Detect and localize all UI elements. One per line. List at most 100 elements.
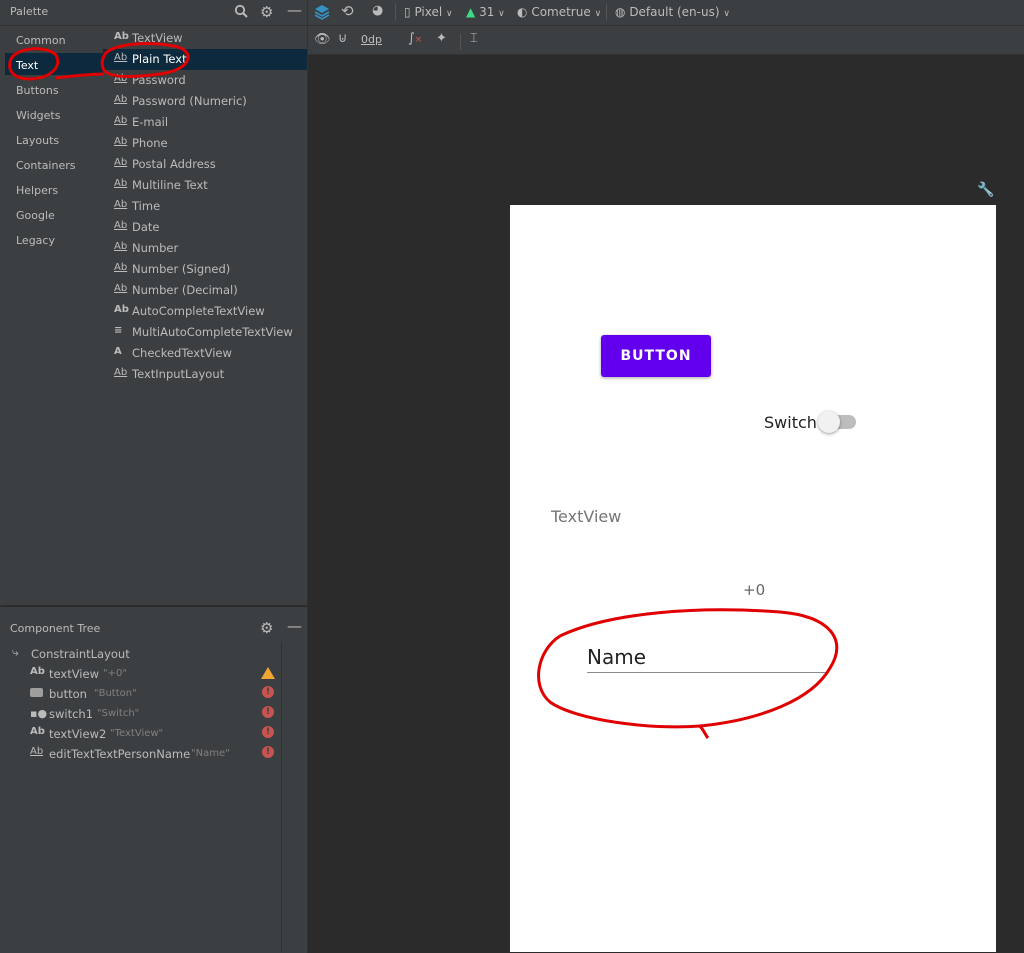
category-common[interactable]: Common	[16, 34, 66, 47]
category-buttons[interactable]: Buttons	[16, 84, 59, 97]
magic-wand-icon[interactable]: ✦	[436, 31, 447, 46]
textview-icon: Ab	[30, 726, 45, 737]
tree-item-value: "Name"	[191, 748, 230, 759]
widget-label: Number (Decimal)	[132, 283, 238, 297]
widget-checked-textview[interactable]: A CheckedTextView	[103, 343, 307, 364]
widget-label: Password	[132, 73, 186, 87]
error-icon[interactable]: !	[262, 726, 274, 738]
guidelines-icon[interactable]: ⌶	[470, 31, 478, 46]
gear-icon[interactable]: ⚙	[260, 3, 273, 21]
widget-number-decimal[interactable]: Ab Number (Decimal)	[103, 280, 307, 301]
tree-root-row[interactable]: ⤷ ConstraintLayout	[10, 645, 285, 665]
widget-phone[interactable]: Ab Phone	[103, 133, 307, 154]
palette-title: Palette	[10, 5, 49, 18]
category-legacy[interactable]: Legacy	[16, 234, 55, 247]
theme-icon: ◐	[517, 5, 528, 19]
palette-category-list: Common Text Buttons Widgets Layouts Cont…	[0, 26, 103, 606]
widget-email[interactable]: Ab E-mail	[103, 112, 307, 133]
chevron-down-icon: ∨	[446, 9, 453, 19]
phone-icon: ▯	[404, 5, 411, 19]
preview-edittext[interactable]: Name	[587, 645, 646, 669]
widget-date[interactable]: Ab Date	[103, 217, 307, 238]
device-label: Pixel	[414, 5, 443, 19]
category-widgets[interactable]: Widgets	[16, 109, 60, 122]
widget-password[interactable]: Ab Password	[103, 70, 307, 91]
widget-multi-autocomplete[interactable]: ≡ MultiAutoCompleteTextView	[103, 322, 307, 343]
theme-selector[interactable]: ◐ Cometrue ∨	[517, 5, 601, 19]
chevron-down-icon: ∨	[498, 9, 505, 19]
device-selector[interactable]: ▯ Pixel ∨	[404, 5, 453, 19]
gear-icon[interactable]: ⚙	[260, 619, 273, 637]
checked-text-widget-icon: A	[114, 346, 122, 357]
edittext-widget-icon: Ab	[114, 73, 128, 84]
error-icon[interactable]: !	[262, 706, 274, 718]
locale-selector[interactable]: ◍ Default (en-us) ∨	[615, 5, 730, 19]
tree-item-value: "TextView"	[110, 728, 164, 739]
error-icon[interactable]: !	[262, 746, 274, 758]
widget-label: Time	[132, 199, 161, 213]
category-google[interactable]: Google	[16, 209, 55, 222]
tree-item-value: "Switch"	[97, 708, 140, 719]
default-margin-selector[interactable]: 0dp	[361, 33, 382, 46]
widget-number[interactable]: Ab Number	[103, 238, 307, 259]
preview-textview2[interactable]: TextView	[551, 507, 621, 526]
tree-item-name: textView2	[49, 727, 107, 741]
widget-text-input-layout[interactable]: Ab TextInputLayout	[103, 364, 307, 385]
tree-row-switch[interactable]: ▪● switch1 "Switch" !	[0, 705, 275, 725]
tree-gutter	[281, 642, 308, 952]
edittext-widget-icon: Ab	[114, 52, 128, 63]
night-mode-icon[interactable]: ◕	[372, 3, 383, 18]
category-layouts[interactable]: Layouts	[16, 134, 59, 147]
widget-label: Number (Signed)	[132, 262, 231, 276]
preview-textview[interactable]: +0	[743, 581, 765, 599]
preview-switch-label[interactable]: Switch	[764, 413, 817, 432]
minimize-icon[interactable]: —	[287, 1, 302, 19]
widget-password-numeric[interactable]: Ab Password (Numeric)	[103, 91, 307, 112]
preview-switch-thumb[interactable]	[818, 411, 840, 433]
search-icon[interactable]	[234, 4, 248, 22]
device-preview-screen[interactable]	[510, 205, 996, 952]
category-helpers[interactable]: Helpers	[16, 184, 58, 197]
tree-row-textview2[interactable]: Ab textView2 "TextView" !	[0, 725, 275, 745]
category-text[interactable]: Text	[16, 59, 38, 72]
widget-postal-address[interactable]: Ab Postal Address	[103, 154, 307, 175]
widget-label: Plain Text	[132, 52, 187, 66]
eye-icon[interactable]: 👁	[314, 32, 331, 47]
layers-icon[interactable]	[313, 3, 331, 24]
edittext-widget-icon: Ab	[114, 367, 128, 378]
edittext-widget-icon: Ab	[114, 262, 128, 273]
widget-autocomplete[interactable]: Ab AutoCompleteTextView	[103, 301, 307, 322]
tree-item-name: textView	[49, 667, 99, 681]
chevron-down-icon: ∨	[723, 9, 730, 19]
orientation-icon[interactable]: ⟲	[341, 2, 354, 20]
api-level-selector[interactable]: ▲ 31 ∨	[466, 5, 505, 19]
widget-label: TextInputLayout	[132, 367, 225, 381]
tree-item-name: editTextTextPersonName	[49, 747, 191, 761]
wrench-icon[interactable]: 🔧	[977, 182, 994, 198]
edittext-widget-icon: Ab	[114, 283, 128, 294]
widget-plain-text[interactable]: Ab Plain Text	[103, 49, 307, 70]
tree-row-button[interactable]: button "Button" !	[0, 685, 275, 705]
minimize-icon[interactable]: —	[287, 617, 302, 635]
toolbar-separator	[606, 4, 607, 20]
locale-label: Default (en-us)	[629, 5, 720, 19]
tree-row-textview[interactable]: Ab textView "+0"	[0, 665, 275, 685]
clear-constraints-icon[interactable]: ∫×	[408, 31, 422, 46]
error-icon[interactable]: !	[262, 686, 274, 698]
category-containers[interactable]: Containers	[16, 159, 76, 172]
widget-time[interactable]: Ab Time	[103, 196, 307, 217]
widget-number-signed[interactable]: Ab Number (Signed)	[103, 259, 307, 280]
tree-item-value: "+0"	[103, 668, 127, 679]
widget-label: CheckedTextView	[132, 346, 232, 360]
button-icon	[30, 688, 43, 697]
warning-icon[interactable]	[261, 667, 275, 679]
widget-textview[interactable]: Ab TextView	[103, 28, 307, 49]
preview-button[interactable]: BUTTON	[601, 335, 711, 377]
multi-autocomplete-widget-icon: ≡	[114, 325, 123, 336]
magnet-off-icon[interactable]: ⊍	[338, 31, 348, 46]
tree-row-edittext[interactable]: Ab editTextTextPersonName "Name" !	[0, 745, 275, 765]
widget-label: MultiAutoCompleteTextView	[132, 325, 293, 339]
edittext-widget-icon: Ab	[114, 136, 128, 147]
component-tree-title: Component Tree	[10, 622, 101, 635]
widget-multiline-text[interactable]: Ab Multiline Text	[103, 175, 307, 196]
